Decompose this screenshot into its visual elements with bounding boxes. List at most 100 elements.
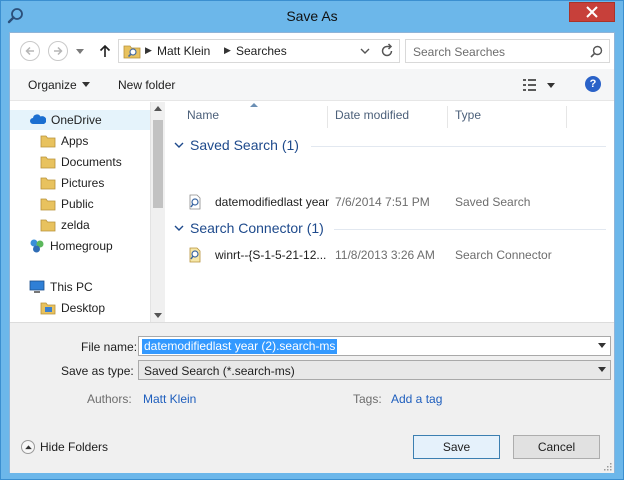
group-header-label: Saved Search (1) [190,137,299,153]
hide-folders-label: Hide Folders [40,440,109,454]
sidebar-item-pictures[interactable]: Pictures [40,173,104,193]
chevron-down-icon [81,82,90,87]
up-button[interactable] [97,42,113,60]
sidebar-item-public[interactable]: Public [40,194,94,214]
folder-icon [40,135,56,148]
chevron-down-icon [547,83,555,88]
onedrive-icon [30,114,46,124]
folder-icon [40,177,56,190]
resize-grip-icon[interactable] [602,461,612,471]
save-as-dialog: Save As ▶ Matt Klein ▶ Searches Search S… [0,0,624,480]
help-icon: ? [589,78,597,90]
sidebar-item-label: Homegroup [50,239,113,253]
group-header-saved-search[interactable]: Saved Search (1) [174,135,299,155]
back-button[interactable] [20,41,40,61]
sidebar-item-desktop[interactable]: Desktop [40,298,105,318]
column-header-type[interactable]: Type [455,102,565,130]
title-bar[interactable]: Save As [1,1,623,33]
sidebar-item-homegroup[interactable]: Homegroup [29,236,113,256]
sidebar-item-apps[interactable]: Apps [40,131,88,151]
save-as-type-select[interactable]: Saved Search (*.search-ms) [138,360,611,380]
chevron-down-icon [174,142,184,148]
forward-button[interactable] [48,41,68,61]
cancel-button[interactable]: Cancel [513,435,600,459]
address-bar[interactable]: ▶ Matt Klein ▶ Searches [118,39,400,63]
filename-label: File name: [81,340,138,354]
breadcrumb-searches[interactable]: Searches [236,44,287,58]
saved-search-icon [189,194,201,210]
search-placeholder: Search Searches [413,45,506,59]
breadcrumb-matt-klein[interactable]: Matt Klein [157,44,210,58]
sidebar-item-zelda[interactable]: zelda [40,215,90,235]
search-input[interactable]: Search Searches [405,39,610,63]
desktop-folder-icon [40,302,56,315]
file-row[interactable]: datemodifiedlast year 7/6/2014 7:51 PM S… [166,192,614,212]
close-button[interactable] [569,2,615,22]
change-view-button[interactable] [521,77,557,93]
file-row[interactable]: winrt--{S-1-5-21-12... 11/8/2013 3:26 AM… [166,245,614,265]
chevron-down-icon [174,225,184,231]
chevron-down-icon[interactable] [598,367,606,372]
help-button[interactable]: ? [585,76,601,92]
group-header-search-connector[interactable]: Search Connector (1) [174,218,324,238]
filename-value[interactable]: datemodifiedlast year (2).search-ms [142,339,338,354]
sidebar-item-onedrive[interactable]: OneDrive [10,110,150,130]
navigation-pane: OneDrive Apps Documents Pictures Public … [10,102,165,322]
navigation-row: ▶ Matt Klein ▶ Searches Search Searches [10,33,614,69]
folder-icon [40,198,56,211]
breadcrumb-separator-icon[interactable]: ▶ [224,45,231,56]
scrollbar-thumb[interactable] [153,120,163,208]
group-header-label: Search Connector (1) [190,220,324,236]
window-title: Save As [286,8,338,24]
sidebar-item-label: This PC [50,280,93,294]
file-name: winrt--{S-1-5-21-12... [215,248,327,262]
save-options-panel: File name: datemodifiedlast year (2).sea… [10,322,614,473]
search-connector-icon [189,247,201,263]
sidebar-item-this-pc[interactable]: This PC [29,277,93,297]
add-tag-link[interactable]: Add a tag [391,392,442,406]
authors-label: Authors: [87,392,132,406]
sidebar-item-label: Public [61,197,94,211]
column-header-date-modified[interactable]: Date modified [335,102,447,130]
folder-icon [40,219,56,232]
recent-locations-chevron-icon[interactable] [76,49,84,55]
file-date: 11/8/2013 3:26 AM [335,248,435,262]
sidebar-item-label: Apps [61,134,89,148]
save-as-type-value: Saved Search (*.search-ms) [144,364,295,378]
column-header-name[interactable]: Name [187,102,327,130]
back-arrow-icon [25,46,34,56]
authors-value[interactable]: Matt Klein [143,392,196,406]
navigation-scrollbar[interactable] [150,102,165,322]
group-divider [311,146,606,147]
sidebar-item-label: Desktop [61,301,106,315]
column-divider[interactable] [447,106,448,128]
breadcrumb-separator-icon[interactable]: ▶ [145,45,152,56]
save-as-type-label: Save as type: [61,364,134,378]
save-button[interactable]: Save [413,435,500,459]
filename-field[interactable]: datemodifiedlast year (2).search-ms [138,336,611,356]
details-view-icon [523,79,536,91]
organize-menu-button[interactable]: Organize [28,78,90,92]
scroll-up-icon[interactable] [154,106,162,111]
file-type: Search Connector [455,248,552,262]
file-list: Name Date modified Type Saved Search (1)… [166,102,614,322]
organize-label: Organize [28,78,77,92]
column-divider[interactable] [327,106,328,128]
homegroup-icon [30,239,44,253]
folder-icon [40,156,56,169]
address-history-chevron-icon[interactable] [358,44,372,58]
sidebar-item-label: zelda [61,218,90,232]
forward-arrow-icon [54,46,63,56]
scroll-down-icon[interactable] [154,313,162,318]
search-icon[interactable] [590,45,603,58]
new-folder-button[interactable]: New folder [118,78,175,92]
computer-icon [29,280,45,293]
sidebar-item-documents[interactable]: Documents [40,152,122,172]
sidebar-item-label: OneDrive [51,113,102,127]
sidebar-item-label: Pictures [61,176,105,190]
dialog-body: ▶ Matt Klein ▶ Searches Search Searches [9,32,615,473]
hide-folders-button[interactable]: Hide Folders [21,440,108,454]
column-divider[interactable] [566,106,567,128]
chevron-down-icon[interactable] [598,343,606,348]
refresh-icon[interactable] [379,43,395,59]
